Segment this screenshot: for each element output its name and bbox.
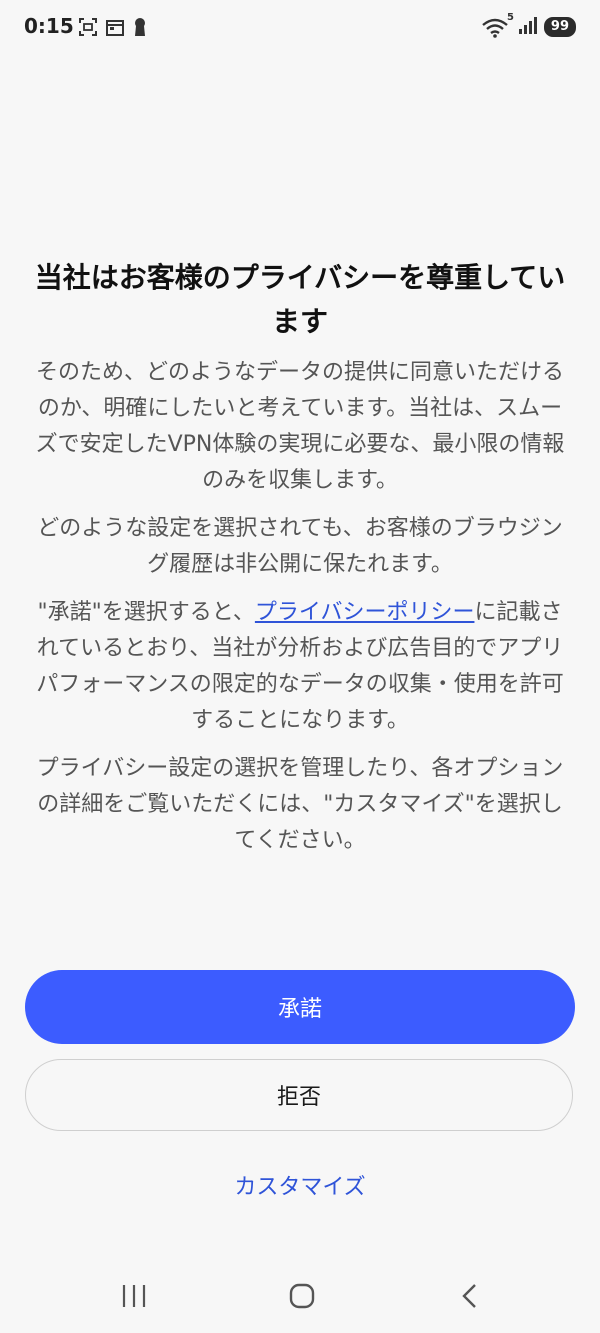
consent-body: そのため、どのようなデータの提供に同意いただけるのか、明確にしたいと考えています… — [30, 355, 570, 871]
consent-paragraph-2: どのような設定を選択されても、お客様のブラウジング履歴は非公開に保たれます。 — [37, 516, 563, 577]
signal-icon — [518, 15, 538, 39]
wifi-icon: 5 — [482, 12, 514, 38]
calendar-icon — [105, 17, 125, 41]
accept-button[interactable]: 承諾 — [25, 970, 575, 1044]
customize-button[interactable]: カスタマイズ — [150, 1165, 450, 1205]
home-icon — [288, 1282, 316, 1314]
navigation-bar — [0, 1270, 600, 1326]
consent-paragraph-1: そのため、どのようなデータの提供に同意いただけるのか、明確にしたいと考えています… — [35, 360, 565, 493]
consent-paragraph-4: プライバシー設定の選択を管理したり、各オプションの詳細をご覧いただくには、"カス… — [36, 756, 564, 853]
status-time: 0:15 — [24, 14, 74, 38]
battery-icon: 99 — [543, 17, 576, 37]
status-icons-right: 5 99 — [482, 12, 576, 39]
back-icon — [460, 1282, 480, 1314]
home-button[interactable] — [282, 1280, 322, 1316]
back-button[interactable] — [450, 1280, 490, 1316]
privacy-policy-link[interactable]: プライバシーポリシー — [255, 600, 475, 625]
status-icons-left — [78, 17, 148, 41]
paragraph-3-start: "承諾"を選択すると、 — [37, 600, 255, 625]
recent-apps-icon — [120, 1283, 148, 1313]
reject-button[interactable]: 拒否 — [25, 1059, 573, 1131]
consent-paragraph-3: "承諾"を選択すると、プライバシーポリシーに記載されているとおり、当社が分析およ… — [30, 595, 570, 739]
screenshot-icon — [78, 17, 98, 41]
status-bar: 0:15 5 99 — [0, 0, 600, 56]
page-title: 当社はお客様のプライバシーを尊重しています — [34, 261, 566, 338]
network-badge: 5 — [506, 12, 514, 23]
recent-apps-button[interactable] — [114, 1280, 154, 1316]
keyhole-icon — [132, 17, 148, 41]
